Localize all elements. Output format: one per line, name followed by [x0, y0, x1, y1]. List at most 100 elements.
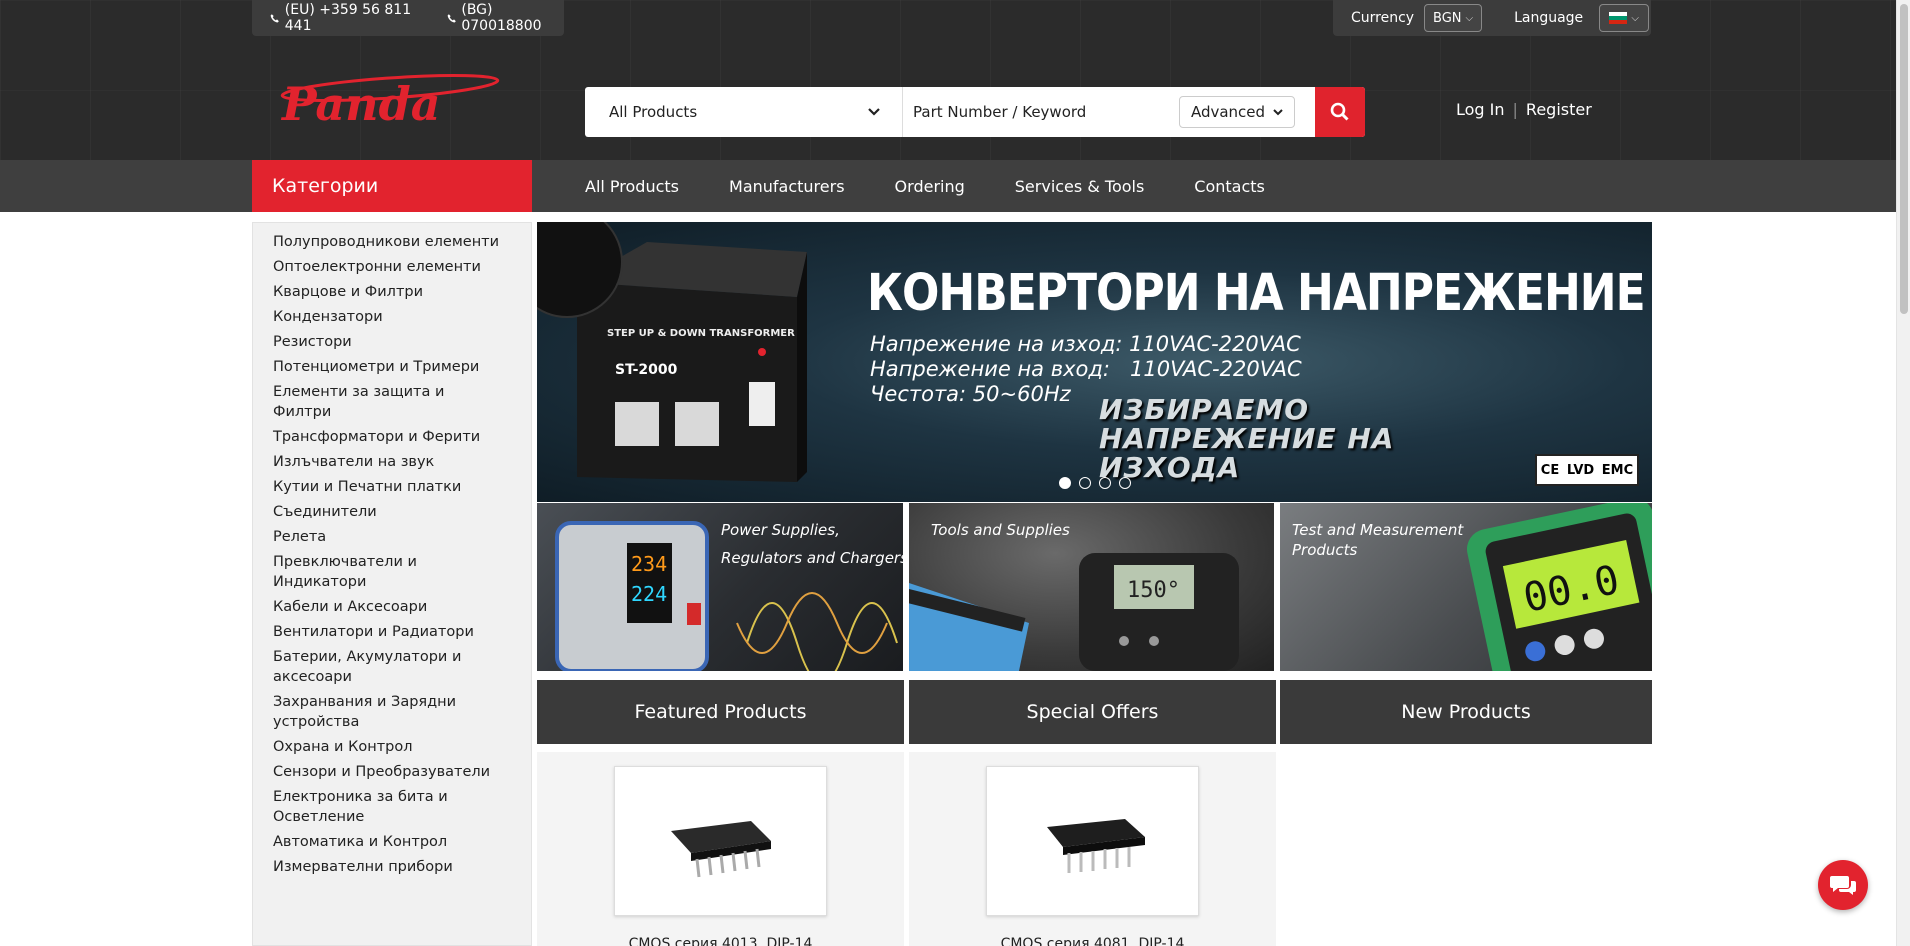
chat-button[interactable] — [1818, 860, 1868, 910]
tab-special-offers[interactable]: Special Offers — [909, 680, 1276, 744]
sidebar-item[interactable]: Захранвания и Зарядни устройства — [273, 689, 531, 734]
banner-subtitle: ИЗБИРАЕМО НАПРЕЖЕНИЕ НА ИЗХОДА — [1099, 393, 1395, 484]
chevron-down-icon: ⌵ — [1465, 12, 1474, 24]
nav-all-products[interactable]: All Products — [560, 160, 704, 212]
sidebar-item[interactable]: Измервателни прибори — [273, 854, 531, 879]
sidebar-item[interactable]: Трансформатори и Ферити — [273, 424, 531, 449]
slide-dot-3[interactable] — [1099, 477, 1111, 489]
nav-services-tools[interactable]: Services & Tools — [990, 160, 1170, 212]
product-image[interactable] — [614, 766, 827, 916]
slider-dots — [1059, 477, 1131, 489]
product-image[interactable] — [986, 766, 1199, 916]
sidebar-item[interactable]: Оптоелектронни елементи — [273, 254, 531, 279]
auth-links: Log In | Register — [1456, 100, 1592, 119]
slide-dot-4[interactable] — [1119, 477, 1131, 489]
tile-test-measurement[interactable]: 00.0 Test and Measurement Products — [1280, 503, 1652, 671]
sidebar-item[interactable]: Кабели и Аксесоари — [273, 594, 531, 619]
tab-new-products[interactable]: New Products — [1280, 680, 1652, 744]
certification-marks: CE LVD EMC — [1535, 454, 1639, 486]
sidebar-item[interactable]: Батерии, Акумулатори и аксесоари — [273, 644, 531, 689]
sidebar-item[interactable]: Кутии и Печатни платки — [273, 474, 531, 499]
svg-text:Panda: Panda — [280, 77, 441, 131]
nav-contacts[interactable]: Contacts — [1169, 160, 1290, 212]
chevron-down-icon: ⌵ — [1631, 12, 1639, 24]
slide-dot-2[interactable] — [1079, 477, 1091, 489]
phone-bg[interactable]: (BG) 070018800 — [447, 2, 564, 34]
register-link[interactable]: Register — [1526, 100, 1592, 119]
language-label: Language — [1514, 10, 1584, 26]
category-sidebar: Полупроводникови елементи Оптоелектронни… — [252, 222, 532, 946]
main-nav: Категории All Products Manufacturers Ord… — [0, 160, 1910, 212]
nav-manufacturers[interactable]: Manufacturers — [704, 160, 870, 212]
svg-text:Tools and Supplies: Tools and Supplies — [931, 521, 1070, 539]
search-button[interactable] — [1315, 87, 1365, 137]
svg-text:Products: Products — [1292, 541, 1358, 559]
sidebar-item[interactable]: Кондензатори — [273, 304, 531, 329]
svg-text:Test and Measurement: Test and Measurement — [1292, 521, 1464, 539]
header: (EU) +359 56 811 441 (BG) 070018800 Curr… — [0, 0, 1910, 160]
display-input: 224 — [631, 582, 667, 606]
sidebar-item[interactable]: Електроника за бита и Осветление — [273, 784, 531, 829]
sidebar-item[interactable]: Автоматика и Контрол — [273, 829, 531, 854]
device-label: ST-2000 — [615, 362, 678, 378]
bulgaria-flag-icon — [1609, 12, 1628, 24]
product-card[interactable]: CMOS серия 4081, DIP-14 — [909, 752, 1276, 946]
search-icon — [1330, 102, 1349, 121]
currency-select[interactable]: BGN ⌵ — [1424, 4, 1483, 32]
product-card[interactable]: CMOS серия 4013, DIP-14 — [537, 752, 904, 946]
nav-ordering[interactable]: Ordering — [870, 160, 990, 212]
dip14-chip-image — [670, 821, 771, 878]
device-caption: STEP UP & DOWN TRANSFORMER — [607, 328, 795, 339]
sidebar-item[interactable]: Съединители — [273, 499, 531, 524]
svg-text:Power Supplies,: Power Supplies, — [721, 521, 840, 539]
hero-banner[interactable]: STEP UP & DOWN TRANSFORMER ST-2000 КОНВЕ… — [537, 222, 1652, 502]
scrollbar-thumb[interactable] — [1900, 4, 1908, 314]
svg-text:Regulators and Chargers: Regulators and Chargers — [721, 549, 903, 567]
login-link[interactable]: Log In — [1456, 100, 1505, 119]
soldering-station-image: 150° Tools and Supplies — [909, 521, 1239, 671]
chevron-down-icon — [868, 108, 880, 116]
phone-bar: (EU) +359 56 811 441 (BG) 070018800 — [252, 0, 564, 36]
sidebar-item[interactable]: Кварцове и Филтри — [273, 279, 531, 304]
power-supply-image: 234 224 Power Supplies, Regulators and C… — [555, 521, 903, 671]
sidebar-item[interactable]: Вентилатори и Радиатори — [273, 619, 531, 644]
currency-language-bar: Currency BGN ⌵ Language ⌵ — [1333, 0, 1651, 36]
auth-separator: | — [1512, 100, 1518, 119]
sidebar-item[interactable]: Потенциометри и Тримери — [273, 354, 531, 379]
banner-title: КОНВЕРТОРИ НА НАПРЕЖЕНИЕ — [867, 264, 1646, 323]
sidebar-item[interactable]: Сензори и Преобразуватели — [273, 759, 531, 784]
voltage-converter-image: STEP UP & DOWN TRANSFORMER ST-2000 — [537, 222, 807, 482]
sidebar-item[interactable]: Превключватели и Индикатори — [273, 549, 531, 594]
phone-eu[interactable]: (EU) +359 56 811 441 — [270, 2, 425, 34]
dip14-chip-image — [1046, 819, 1145, 873]
sidebar-item[interactable]: Излъчватели на звук — [273, 449, 531, 474]
categories-button[interactable]: Категории — [252, 160, 532, 212]
search-input[interactable]: Part Number / Keyword — [903, 87, 1179, 137]
chevron-down-icon — [1273, 108, 1283, 115]
language-select[interactable]: ⌵ — [1599, 4, 1650, 32]
slide-dot-1[interactable] — [1059, 477, 1071, 489]
nav-menu: All Products Manufacturers Ordering Serv… — [560, 160, 1290, 212]
advanced-search-button[interactable]: Advanced — [1179, 96, 1295, 128]
currency-label: Currency — [1351, 10, 1415, 26]
search-bar: All Products Part Number / Keyword Advan… — [585, 87, 1365, 137]
tile-power-supplies[interactable]: 234 224 Power Supplies, Regulators and C… — [537, 503, 903, 671]
phone-icon — [270, 13, 279, 22]
sidebar-item[interactable]: Релета — [273, 524, 531, 549]
tab-featured-products[interactable]: Featured Products — [537, 680, 904, 744]
sidebar-item[interactable]: Елементи за защита и Филтри — [273, 379, 531, 424]
chat-icon — [1830, 876, 1856, 895]
product-name[interactable]: CMOS серия 4013, DIP-14 — [537, 936, 904, 946]
multimeter-image: 00.0 Test and Measurement Products — [1292, 503, 1652, 671]
tile-tools-supplies[interactable]: 150° Tools and Supplies — [909, 503, 1274, 671]
page-scrollbar[interactable] — [1896, 0, 1910, 946]
sidebar-item[interactable]: Резистори — [273, 329, 531, 354]
sidebar-item[interactable]: Полупроводникови елементи — [273, 229, 531, 254]
panda-logo[interactable]: Panda — [276, 68, 504, 134]
station-display: 150° — [1127, 578, 1180, 603]
phone-icon — [447, 13, 456, 22]
category-select[interactable]: All Products — [585, 87, 903, 137]
product-name[interactable]: CMOS серия 4081, DIP-14 — [909, 936, 1276, 946]
display-output: 234 — [631, 552, 667, 576]
sidebar-item[interactable]: Охрана и Контрол — [273, 734, 531, 759]
